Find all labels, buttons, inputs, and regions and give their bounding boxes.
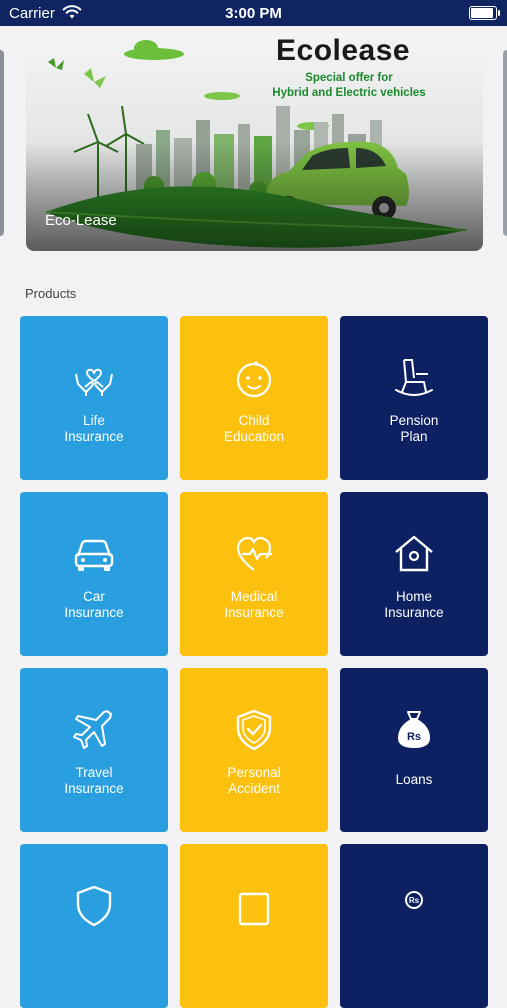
tile-label: Life Insurance (20, 413, 168, 445)
next-slide-peek[interactable] (503, 50, 507, 236)
airplane-icon (73, 710, 112, 749)
tile-label-line1: Home (395, 589, 432, 604)
promo-carousel[interactable]: Ecolease Special offer for Hybrid and El… (0, 26, 507, 266)
tile-label-line1: Car (83, 589, 105, 604)
baby-face-icon (236, 361, 272, 398)
tile-label-line2: Insurance (384, 605, 444, 620)
product-tile-car-insurance[interactable]: Car Insurance (20, 492, 168, 656)
tile-label: Travel Insurance (20, 765, 168, 797)
tile-label: Loans (340, 772, 488, 788)
product-tile-personal-accident[interactable]: Personal Accident (180, 668, 328, 832)
svg-text:Rs: Rs (407, 731, 421, 743)
tile-label-line2: Insurance (64, 605, 124, 620)
tile-label: Home Insurance (340, 589, 488, 621)
heart-hands-icon (75, 368, 113, 396)
money-bag-icon: Rs (398, 711, 430, 748)
tile-label: Car Insurance (20, 589, 168, 621)
heartbeat-icon (236, 536, 272, 571)
banner-gradient-overlay (26, 141, 483, 251)
tile-label-line1: Child (238, 413, 270, 428)
banner-caption: Eco-Lease (45, 212, 117, 229)
shield-check-icon (236, 709, 272, 751)
tile-label: Pension Plan (340, 413, 488, 445)
tile-label-line2: Insurance (64, 781, 124, 796)
banner-offer-text: Special offer for Hybrid and Electric ve… (264, 71, 434, 101)
tile-label: Child Education (180, 413, 328, 445)
tile-label-line2: Insurance (224, 605, 284, 620)
tile-label-line2: Accident (228, 781, 280, 796)
tile-label: Personal Accident (180, 765, 328, 797)
tile-label-line1: Personal (227, 765, 281, 780)
rupee-icon: Rs (405, 891, 423, 909)
tile-label-line1: Loans (395, 772, 433, 787)
tile-label-line1: Medical (230, 589, 278, 604)
previous-slide-peek[interactable] (0, 50, 4, 236)
battery-icon (469, 6, 500, 20)
product-tile-12[interactable]: Rs (340, 844, 488, 1008)
tile-label-line1: Life (83, 413, 105, 428)
product-tile-10[interactable] (20, 844, 168, 1008)
tile-label: Medical Insurance (180, 589, 328, 621)
battery-level (471, 8, 493, 18)
product-tile-11[interactable] (180, 844, 328, 1008)
shield-icon (76, 885, 112, 927)
product-tile-life-insurance[interactable]: Life Insurance (20, 316, 168, 480)
product-tile-home-insurance[interactable]: Home Insurance (340, 492, 488, 656)
product-tile-loans[interactable]: Rs Loans (340, 668, 488, 832)
products-section-title: Products (25, 286, 77, 301)
tile-label-line2: Plan (400, 429, 428, 444)
car-icon (74, 539, 114, 571)
svg-text:Rs: Rs (409, 896, 420, 905)
tile-label-line2: Education (223, 429, 285, 444)
house-icon (395, 535, 433, 572)
clock: 3:00 PM (225, 5, 282, 22)
document-icon (238, 892, 270, 926)
banner-offer-line1: Special offer for (305, 72, 393, 84)
tile-label-line2: Insurance (64, 429, 124, 444)
rocking-chair-icon (395, 359, 433, 396)
promo-banner-eco-lease[interactable]: Ecolease Special offer for Hybrid and El… (26, 34, 483, 251)
product-tile-pension-plan[interactable]: Pension Plan (340, 316, 488, 480)
banner-offer-line2: Hybrid and Electric vehicles (272, 87, 426, 99)
banner-brand: Ecolease (276, 34, 411, 67)
product-tile-child-education[interactable]: Child Education (180, 316, 328, 480)
tile-label-line1: Pension (389, 413, 439, 428)
product-tile-travel-insurance[interactable]: Travel Insurance (20, 668, 168, 832)
status-bar: Carrier 3:00 PM (0, 0, 507, 26)
tile-label-line1: Travel (75, 765, 113, 780)
product-tile-medical-insurance[interactable]: Medical Insurance (180, 492, 328, 656)
